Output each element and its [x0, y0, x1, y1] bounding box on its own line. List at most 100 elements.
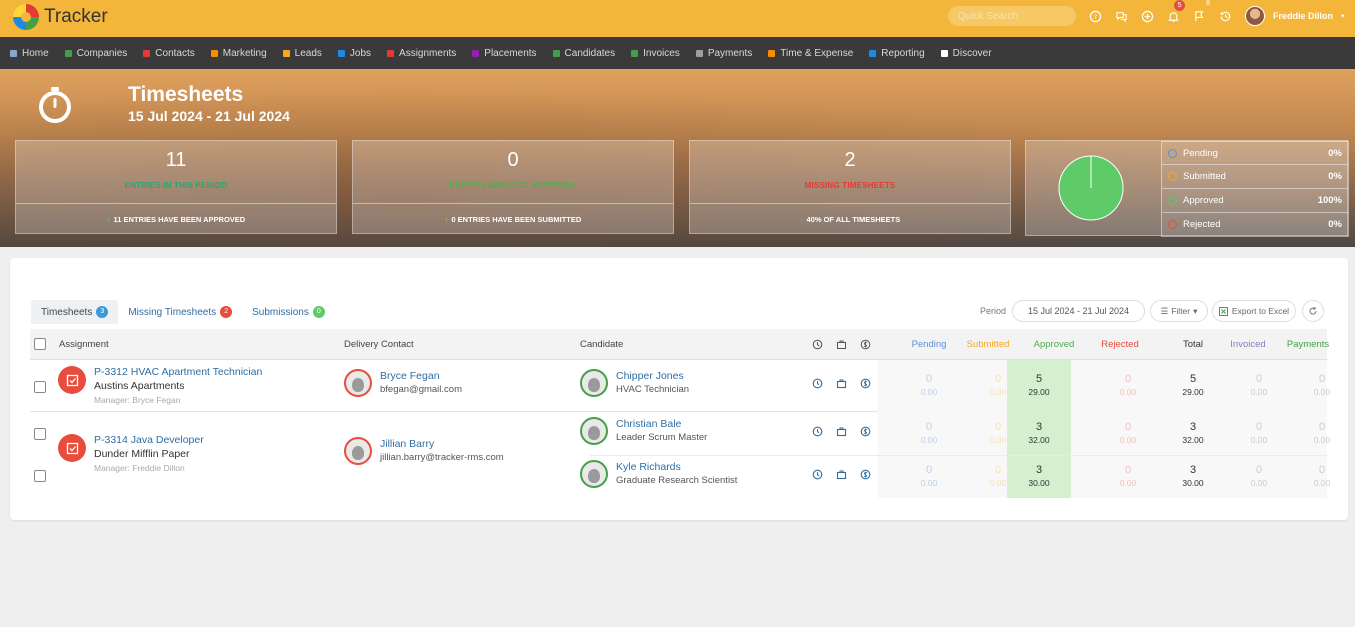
assignment-manager: Manager: Freddie Dillon	[94, 463, 185, 473]
nav-icon	[387, 49, 395, 57]
approved-cell[interactable]: 3 30.00	[1009, 463, 1069, 489]
dollar-icon[interactable]	[860, 426, 871, 437]
briefcase-icon[interactable]	[836, 469, 847, 480]
status-pie-chart	[1058, 155, 1124, 221]
quick-search-input[interactable]	[948, 6, 1076, 26]
export-excel-button[interactable]: Export to Excel	[1212, 300, 1296, 322]
bell-icon[interactable]: 5	[1166, 0, 1185, 23]
nav-item-invoices[interactable]: Invoices	[631, 48, 680, 59]
select-all-checkbox[interactable]	[34, 338, 46, 350]
nav-item-jobs[interactable]: Jobs	[337, 48, 371, 59]
col-assignment[interactable]: Assignment	[59, 339, 109, 350]
candidate-name-link[interactable]: Chipper Jones	[616, 370, 684, 382]
flag-icon[interactable]: 8	[1192, 0, 1210, 23]
nav-icon	[210, 49, 218, 57]
col-pending[interactable]: Pending	[899, 339, 959, 350]
nav-item-label: Home	[22, 47, 49, 59]
nav-item-payments[interactable]: Payments	[695, 48, 752, 59]
tab-label: Submissions	[252, 306, 309, 318]
candidate-name-link[interactable]: Christian Bale	[616, 418, 681, 430]
contact-name-link[interactable]: Bryce Fegan	[380, 370, 440, 382]
candidate-name-link[interactable]: Kyle Richards	[616, 461, 681, 473]
approved-cell[interactable]: 3 32.00	[1009, 420, 1069, 446]
tab-missing-timesheets[interactable]: Missing Timesheets 2	[118, 300, 242, 324]
dollar-icon[interactable]	[860, 469, 871, 480]
clock-icon[interactable]	[812, 426, 823, 437]
filter-button[interactable]: ☰ Filter ▾	[1150, 300, 1208, 322]
app-name: Tracker	[44, 6, 108, 27]
history-icon[interactable]	[1218, 9, 1232, 23]
briefcase-icon[interactable]	[836, 426, 847, 437]
legend-value: 0%	[1328, 147, 1342, 159]
legend-label: Rejected	[1183, 219, 1221, 230]
nav-icon	[768, 49, 776, 57]
clock-icon[interactable]	[812, 469, 823, 480]
legend-approved: Approved 100%	[1161, 189, 1349, 213]
nav-item-discover[interactable]: Discover	[940, 48, 992, 59]
assignment-company[interactable]: Dunder Mifflin Paper	[94, 448, 190, 460]
tab-timesheets[interactable]: Timesheets 3	[31, 300, 119, 324]
nav-item-home[interactable]: Home	[10, 48, 49, 59]
col-total[interactable]: Total	[1163, 339, 1223, 350]
awaiting-approval-card[interactable]: 0 ENTRIES AWAITING APPROVAL ↑ 0 ENTRIES H…	[352, 140, 674, 234]
payments-cell: 0 0.00	[1313, 421, 1331, 445]
col-candidate[interactable]: Candidate	[580, 339, 623, 350]
col-submitted[interactable]: Submitted	[958, 339, 1018, 350]
tab-label: Timesheets	[41, 306, 93, 318]
col-delivery-contact[interactable]: Delivery Contact	[344, 339, 414, 350]
col-rejected[interactable]: Rejected	[1090, 339, 1150, 350]
missing-timesheets-card[interactable]: 2 MISSING TIMESHEETS ↓ 40% OF ALL TIMESHE…	[689, 140, 1011, 234]
svg-text:?: ?	[1093, 12, 1096, 20]
nav-item-time-expense[interactable]: Time & Expense	[768, 48, 853, 59]
clock-icon	[812, 339, 823, 350]
tab-submissions[interactable]: Submissions 0	[242, 300, 335, 324]
table-row[interactable]: P-3314 Java Developer Dunder Mifflin Pap…	[30, 412, 1330, 498]
arrow-up-icon: ↑	[444, 215, 449, 224]
help-icon[interactable]: ?	[1088, 9, 1102, 23]
col-payments[interactable]: Payments	[1278, 339, 1338, 350]
approved-cell[interactable]: 5 29.00	[1009, 372, 1069, 398]
nav-item-reporting[interactable]: Reporting	[869, 48, 925, 59]
refresh-button[interactable]	[1302, 300, 1324, 322]
assignment-link[interactable]: P-3312 HVAC Apartment Technician	[94, 366, 262, 378]
assignment-manager: Manager: Bryce Fegan	[94, 395, 181, 405]
arrow-down-icon: ↓	[799, 215, 804, 224]
nav-item-candidates[interactable]: Candidates	[552, 48, 615, 59]
chat-icon[interactable]	[1114, 9, 1128, 23]
stat-label: MISSING TIMESHEETS	[804, 181, 896, 190]
col-approved[interactable]: Approved	[1024, 339, 1084, 350]
table-row[interactable]: P-3312 HVAC Apartment Technician Austins…	[30, 360, 1330, 412]
user-menu[interactable]: Freddie Dillon ▾	[1245, 6, 1345, 26]
dollar-icon[interactable]	[860, 378, 871, 389]
nav-item-placements[interactable]: Placements	[472, 48, 537, 59]
briefcase-icon[interactable]	[836, 378, 847, 389]
nav-item-leads[interactable]: Leads	[282, 48, 322, 59]
legend-value: 0%	[1328, 171, 1342, 182]
assignment-company[interactable]: Austins Apartments	[94, 380, 184, 392]
app-logo[interactable]: Tracker	[13, 4, 108, 30]
col-invoiced[interactable]: Invoiced	[1218, 339, 1278, 350]
legend-value: 100%	[1317, 195, 1342, 206]
add-icon[interactable]	[1140, 9, 1154, 23]
table-header: Assignment Delivery Contact Candidate Pe…	[30, 329, 1329, 360]
candidate-avatar	[580, 460, 608, 488]
nav-icon	[552, 49, 560, 57]
contact-email[interactable]: jillian.barry@tracker-rms.com	[380, 452, 504, 463]
row-checkbox[interactable]	[34, 381, 46, 393]
period-selector[interactable]: 15 Jul 2024 - 21 Jul 2024	[1012, 300, 1145, 322]
nav-item-marketing[interactable]: Marketing	[210, 48, 267, 59]
main-nav: Home Companies Contacts Marketing Leads Jobs A…	[0, 37, 1355, 69]
contact-name-link[interactable]: Jillian Barry	[380, 438, 434, 450]
flag-count-badge: 8	[1206, 0, 1210, 7]
nav-item-contacts[interactable]: Contacts	[143, 48, 195, 59]
nav-item-companies[interactable]: Companies	[64, 48, 127, 59]
row-checkbox[interactable]	[34, 470, 46, 482]
nav-item-assignments[interactable]: Assignments	[387, 48, 456, 59]
row-checkbox[interactable]	[34, 428, 46, 440]
contact-email[interactable]: bfegan@gmail.com	[380, 384, 462, 395]
legend-dot	[1168, 148, 1177, 158]
assignment-link[interactable]: P-3314 Java Developer	[94, 434, 204, 446]
entries-in-period-card[interactable]: 11 ENTRIES IN THIS PERIOD ↑ 11 ENTRIES HA…	[15, 140, 337, 234]
pending-cell: 0 0.00	[920, 464, 938, 488]
clock-icon[interactable]	[812, 378, 823, 389]
